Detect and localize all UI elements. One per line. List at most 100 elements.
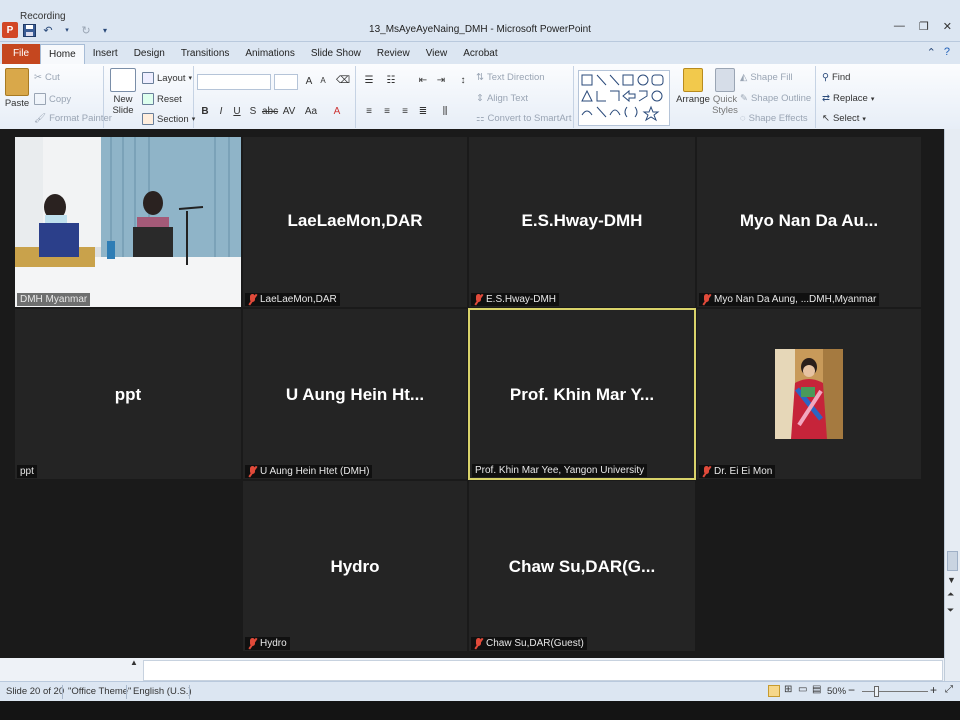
- help-icon[interactable]: ?: [944, 46, 950, 59]
- tab-transitions[interactable]: Transitions: [173, 44, 238, 64]
- grow-font-icon[interactable]: A: [302, 76, 316, 87]
- columns-icon[interactable]: ⫼: [438, 106, 452, 117]
- previous-slide-icon[interactable]: ⏶: [947, 589, 954, 600]
- notes-area: ▲: [0, 658, 944, 681]
- clear-formatting-icon[interactable]: ⌫: [336, 75, 350, 86]
- increase-indent-icon[interactable]: ⇥: [434, 75, 448, 86]
- zoom-out-button[interactable]: −: [848, 683, 855, 697]
- theme-name[interactable]: "Office Theme": [68, 686, 131, 697]
- tab-acrobat[interactable]: Acrobat: [455, 44, 505, 64]
- section-button[interactable]: Section ▾: [142, 113, 195, 125]
- tab-view[interactable]: View: [418, 44, 456, 64]
- text-direction-button[interactable]: ⇅ Text Direction: [476, 72, 545, 83]
- scroll-up-arrow-icon[interactable]: ▲: [130, 658, 138, 667]
- participant-tile-dr-ei-ei-mon[interactable]: Dr. Ei Ei Mon: [697, 309, 921, 479]
- align-text-button[interactable]: ⇕ Align Text: [476, 93, 528, 104]
- tab-animations[interactable]: Animations: [237, 44, 302, 64]
- minimize-button[interactable]: —: [894, 20, 905, 33]
- find-button[interactable]: ⚲ Find: [822, 72, 850, 83]
- cut-button[interactable]: ✂ Cut: [34, 72, 60, 83]
- format-painter-button[interactable]: 🖌 Format Painter: [34, 113, 112, 124]
- copy-button[interactable]: Copy: [34, 93, 71, 105]
- decrease-indent-icon[interactable]: ⇤: [416, 75, 430, 86]
- bullets-icon[interactable]: ☰: [362, 75, 376, 86]
- zoom-slider-knob[interactable]: [874, 686, 879, 697]
- tab-insert[interactable]: Insert: [85, 44, 126, 64]
- chevron-down-icon: ▾: [870, 95, 875, 103]
- tab-review[interactable]: Review: [369, 44, 418, 64]
- reset-button[interactable]: Reset: [142, 93, 182, 105]
- strikethrough-icon[interactable]: abc: [262, 106, 278, 117]
- convert-smartart-button[interactable]: ⚏ Convert to SmartArt: [476, 113, 571, 124]
- font-size-combo[interactable]: [274, 74, 298, 90]
- minimize-ribbon-icon[interactable]: ⌃: [927, 46, 936, 59]
- line-spacing-icon[interactable]: ↕: [456, 75, 470, 86]
- restore-button[interactable]: ❐: [919, 20, 929, 33]
- bold-icon[interactable]: B: [198, 106, 212, 117]
- replace-button[interactable]: ⇄ Replace ▾: [822, 93, 874, 104]
- participant-tile-u-aung-hein-htet[interactable]: U Aung Hein Ht... U Aung Hein Htet (DMH): [243, 309, 467, 479]
- font-color-icon[interactable]: A: [330, 106, 344, 117]
- notes-pane[interactable]: [143, 660, 943, 681]
- scrollbar-thumb[interactable]: [947, 551, 958, 571]
- brush-icon: 🖌: [34, 113, 47, 124]
- next-slide-icon[interactable]: ⏷: [947, 605, 954, 616]
- reading-view-icon[interactable]: ▭: [798, 684, 807, 695]
- shadow-icon[interactable]: S: [246, 106, 260, 117]
- normal-view-icon[interactable]: [768, 685, 780, 697]
- window-controls: — ❐ ✕: [894, 20, 952, 33]
- participant-tile-hydro[interactable]: Hydro Hydro: [243, 481, 467, 651]
- participant-tile-ppt[interactable]: ppt ppt: [15, 309, 241, 479]
- numbering-icon[interactable]: ☷: [384, 75, 398, 86]
- underline-icon[interactable]: U: [230, 106, 244, 117]
- shrink-font-icon[interactable]: A: [316, 76, 330, 85]
- zoom-level[interactable]: 50%: [827, 686, 846, 697]
- shapes-gallery[interactable]: [578, 70, 670, 126]
- section-icon: [142, 113, 154, 125]
- quick-styles-button[interactable]: Quick Styles: [710, 68, 740, 116]
- participant-tile-dmh-myanmar[interactable]: DMH Myanmar: [15, 137, 241, 307]
- layout-button[interactable]: Layout ▾: [142, 72, 192, 84]
- font-name-combo[interactable]: [197, 74, 271, 90]
- shape-outline-button[interactable]: ✎ Shape Outline: [740, 93, 811, 104]
- participant-label: ppt: [17, 465, 37, 478]
- participant-name: Prof. Khin Mar Y...: [509, 385, 655, 404]
- participant-tile-eshway[interactable]: E.S.Hway-DMH E.S.Hway-DMH: [469, 137, 695, 307]
- language-indicator[interactable]: English (U.S.): [133, 686, 192, 697]
- paste-button[interactable]: Paste: [4, 68, 30, 109]
- italic-icon[interactable]: I: [214, 106, 228, 117]
- participant-tile-myo-nan-da-aung[interactable]: Myo Nan Da Au... Myo Nan Da Aung, ...DMH…: [697, 137, 921, 307]
- close-button[interactable]: ✕: [943, 20, 952, 33]
- video-meeting-grid: DMH Myanmar LaeLaeMon,DAR LaeLaeMon,DAR …: [0, 129, 944, 658]
- shape-effects-button[interactable]: ◌ Shape Effects: [740, 113, 808, 124]
- slide-sorter-icon[interactable]: ⊞: [784, 684, 792, 695]
- tab-slide-show[interactable]: Slide Show: [303, 44, 369, 64]
- justify-icon[interactable]: ≣: [416, 106, 430, 117]
- participant-tile-chaw-su[interactable]: Chaw Su,DAR(G... Chaw Su,DAR(Guest): [469, 481, 695, 651]
- participant-tile-prof-khin-mar-yee[interactable]: Prof. Khin Mar Y... Prof. Khin Mar Yee, …: [468, 308, 696, 480]
- participant-video-feed: [15, 137, 241, 307]
- align-right-icon[interactable]: ≡: [398, 106, 412, 117]
- shape-fill-button[interactable]: ◭ Shape Fill: [740, 72, 793, 83]
- char-spacing-icon[interactable]: AV: [282, 106, 296, 117]
- scroll-down-arrow-icon[interactable]: ▼: [947, 575, 956, 585]
- change-case-icon[interactable]: Aa: [304, 106, 318, 117]
- tab-design[interactable]: Design: [126, 44, 173, 64]
- vertical-scrollbar[interactable]: ▼ ⏶ ⏷: [944, 129, 960, 681]
- zoom-slider-track[interactable]: [862, 691, 928, 692]
- shapes-gallery-icons: [581, 74, 664, 122]
- participant-tile-laelaemon[interactable]: LaeLaeMon,DAR LaeLaeMon,DAR: [243, 137, 467, 307]
- tab-home[interactable]: Home: [40, 44, 85, 64]
- fit-slide-icon[interactable]: ⤢: [945, 684, 953, 695]
- zoom-in-button[interactable]: +: [930, 683, 937, 697]
- align-center-icon[interactable]: ≡: [380, 106, 394, 117]
- replace-icon: ⇄: [822, 93, 830, 104]
- arrange-button[interactable]: Arrange: [676, 68, 710, 105]
- paragraph-group: ☰ ☷ ⇤ ⇥ ↕ ≡ ≡ ≡ ≣ ⫼ ⇅ Text Direction ⇕ Ali…: [356, 66, 574, 128]
- align-left-icon[interactable]: ≡: [362, 106, 376, 117]
- slide-show-icon[interactable]: ▤: [812, 684, 821, 695]
- powerpoint-window: Recording P ↶ ▾ ↻ ▾ 13_MsAyeAyeNaing_DMH…: [0, 0, 960, 720]
- select-button[interactable]: ↖ Select ▾: [822, 113, 866, 124]
- new-slide-button[interactable]: New Slide: [108, 68, 138, 116]
- tab-file[interactable]: File: [2, 44, 40, 64]
